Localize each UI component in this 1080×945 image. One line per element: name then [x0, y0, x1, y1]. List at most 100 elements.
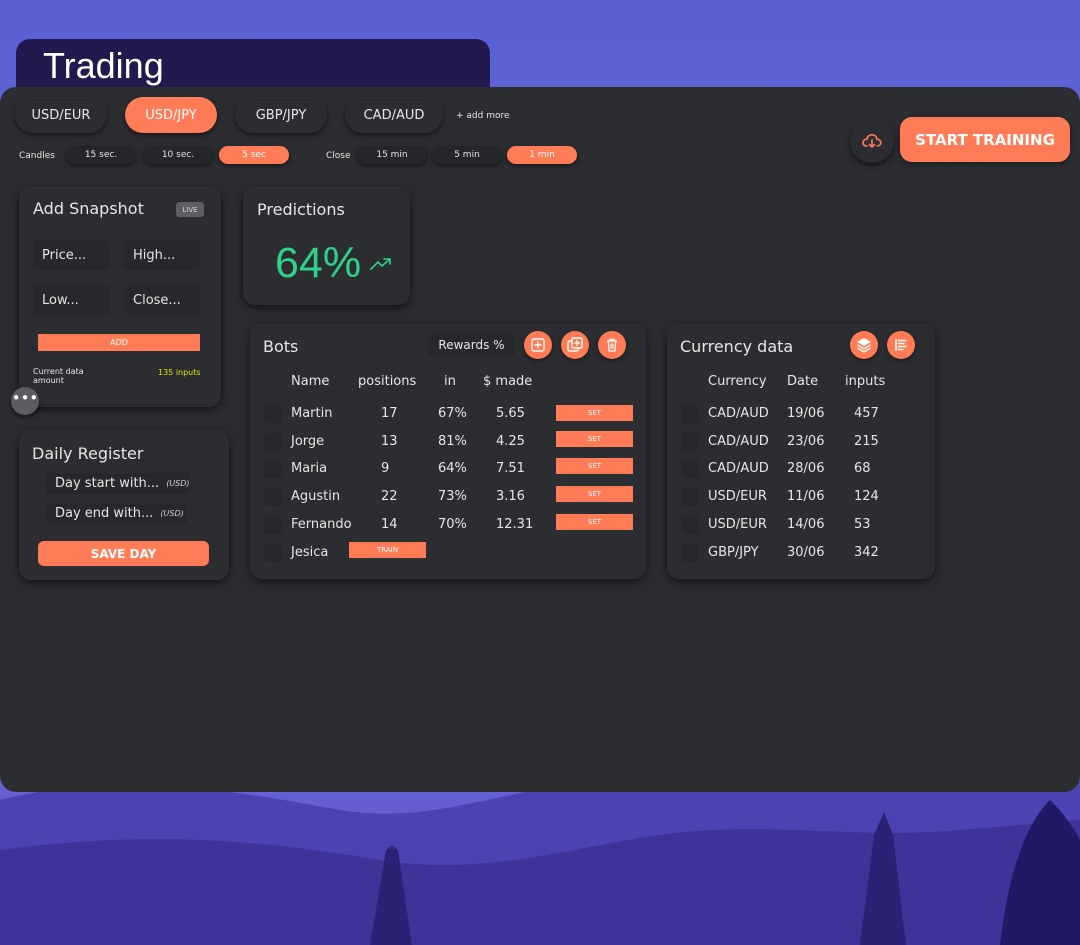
currency-pair: USD/EUR	[708, 517, 767, 532]
row-checkbox[interactable]	[264, 433, 282, 451]
trending-up-icon	[370, 258, 391, 270]
bots-col-positions: positions	[358, 374, 417, 389]
currency-inputs: 215	[854, 434, 879, 449]
row-checkbox[interactable]	[264, 405, 282, 423]
bot-made: 5.65	[496, 406, 525, 421]
close-option-15min[interactable]: 15 min	[357, 146, 427, 164]
day-start-input[interactable]: Day start with... (USD)	[46, 473, 190, 494]
row-checkbox[interactable]	[681, 460, 699, 478]
live-badge: LIVE	[176, 202, 204, 217]
high-input[interactable]: High...	[124, 240, 200, 270]
row-checkbox[interactable]	[681, 516, 699, 534]
train-button[interactable]: TRAIN	[349, 542, 426, 558]
add-more-link[interactable]: + add more	[456, 111, 510, 121]
currency-col-date: Date	[787, 374, 819, 389]
bot-made: 7.51	[496, 461, 525, 476]
row-checkbox[interactable]	[264, 488, 282, 506]
row-checkbox[interactable]	[264, 516, 282, 534]
bot-made: 4.25	[496, 434, 525, 449]
bot-positions: 14	[381, 517, 398, 532]
candles-option-15s[interactable]: 15 sec.	[66, 146, 136, 164]
currency-pair: CAD/AUD	[708, 434, 769, 449]
main-panel: USD/EUR USD/JPY GBP/JPY CAD/AUD + add mo…	[0, 87, 1080, 792]
row-checkbox[interactable]	[264, 544, 282, 562]
pair-button-usd-eur[interactable]: USD/EUR	[15, 97, 107, 133]
currency-date: 28/06	[787, 461, 825, 476]
layers-button[interactable]	[850, 331, 878, 359]
more-options-button[interactable]: •••	[11, 387, 39, 415]
bot-positions: 13	[381, 434, 398, 449]
low-input[interactable]: Low...	[33, 285, 109, 315]
list-button[interactable]	[887, 331, 915, 359]
add-button[interactable]: ADD	[38, 334, 200, 351]
pair-button-usd-jpy[interactable]: USD/JPY	[125, 97, 217, 133]
cloud-download-button[interactable]	[850, 119, 894, 163]
row-checkbox[interactable]	[681, 488, 699, 506]
add-snapshot-title: Add Snapshot	[33, 199, 144, 218]
price-input[interactable]: Price...	[33, 240, 109, 270]
bot-in: 67%	[438, 406, 467, 421]
row-checkbox[interactable]	[264, 460, 282, 478]
currency-date: 14/06	[787, 517, 825, 532]
table-row: USD/EUR 14/06 53	[667, 516, 935, 536]
table-row: CAD/AUD 19/06 457	[667, 405, 935, 425]
set-button[interactable]: SET	[556, 431, 633, 447]
duplicate-bot-button[interactable]	[561, 331, 589, 359]
more-dots-icon: •••	[11, 389, 39, 407]
set-button[interactable]: SET	[556, 405, 633, 421]
currency-pair: USD/EUR	[708, 489, 767, 504]
bot-name: Agustin	[291, 489, 341, 504]
row-checkbox[interactable]	[681, 433, 699, 451]
bot-name: Martin	[291, 406, 333, 421]
add-bot-button[interactable]	[524, 331, 552, 359]
save-day-button[interactable]: SAVE DAY	[38, 541, 209, 566]
pair-button-gbp-jpy[interactable]: GBP/JPY	[235, 97, 327, 133]
set-button[interactable]: SET	[556, 458, 633, 474]
rewards-dropdown[interactable]: Rewards %	[428, 333, 515, 356]
table-row: GBP/JPY 30/06 342	[667, 544, 935, 564]
currency-data-card: Currency data Currency Date inputs CAD/A…	[667, 324, 935, 579]
set-button[interactable]: SET	[556, 514, 633, 530]
table-row: Agustin 22 73% 3.16 SET	[250, 486, 646, 508]
table-row: Jesica TRAIN	[250, 542, 646, 564]
row-checkbox[interactable]	[681, 405, 699, 423]
candles-option-10s[interactable]: 10 sec.	[143, 146, 213, 164]
candles-option-5s[interactable]: 5 sec	[219, 146, 289, 164]
table-row: Jorge 13 81% 4.25 SET	[250, 431, 646, 453]
predictions-card: Predictions 64%	[243, 187, 410, 305]
delete-bot-button[interactable]	[598, 331, 626, 359]
close-label: Close	[326, 151, 351, 161]
cloud-download-icon	[862, 133, 882, 148]
bot-positions: 22	[381, 489, 398, 504]
currency-inputs: 457	[854, 406, 879, 421]
start-training-button[interactable]: START TRAINING	[900, 117, 1070, 162]
set-button[interactable]: SET	[556, 486, 633, 502]
predictions-title: Predictions	[257, 200, 345, 219]
table-row: USD/EUR 11/06 124	[667, 488, 935, 508]
table-row: CAD/AUD 23/06 215	[667, 433, 935, 453]
day-end-label: Day end with...	[55, 506, 154, 521]
candles-label: Candles	[19, 151, 55, 161]
app-title: Trading	[43, 45, 164, 86]
table-row: Fernando 14 70% 12.31 SET	[250, 514, 646, 536]
close-input[interactable]: Close...	[124, 285, 200, 315]
bot-in: 70%	[438, 517, 467, 532]
table-row: CAD/AUD 28/06 68	[667, 460, 935, 480]
bots-title: Bots	[263, 337, 299, 356]
close-option-5min[interactable]: 5 min	[432, 146, 502, 164]
day-end-input[interactable]: Day end with... (USD)	[46, 503, 187, 524]
bots-col-in: in	[444, 374, 456, 389]
bots-col-made: $ made	[483, 374, 533, 389]
daily-register-title: Daily Register	[32, 444, 144, 463]
currency-inputs: 342	[854, 545, 879, 560]
add-square-icon	[531, 338, 545, 352]
close-option-1min[interactable]: 1 min	[507, 146, 577, 164]
layers-icon	[857, 338, 871, 353]
prediction-value: 64%	[275, 239, 362, 287]
row-checkbox[interactable]	[681, 544, 699, 562]
currency-date: 30/06	[787, 545, 825, 560]
bot-in: 64%	[438, 461, 467, 476]
table-row: Martin 17 67% 5.65 SET	[250, 405, 646, 425]
currency-date: 11/06	[787, 489, 825, 504]
pair-button-cad-aud[interactable]: CAD/AUD	[345, 97, 443, 133]
